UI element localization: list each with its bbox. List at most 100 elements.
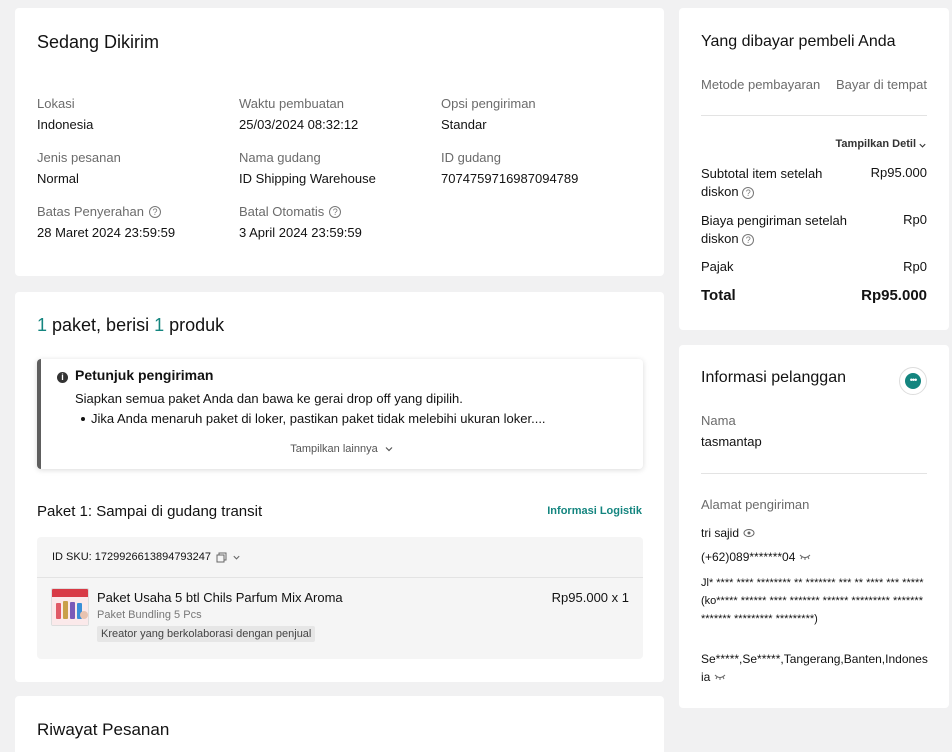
- show-more-label: Tampilkan lainnya: [290, 443, 378, 455]
- subtotal-label-line2: diskon: [701, 184, 739, 199]
- help-icon[interactable]: ?: [148, 206, 161, 218]
- field-location: Lokasi Indonesia: [37, 96, 227, 133]
- customer-info-card: Informasi pelanggan ••• Nama tasmantap A…: [679, 345, 949, 708]
- eye-icon[interactable]: [743, 528, 755, 538]
- tax-row: Pajak Rp0: [701, 259, 927, 274]
- tax-value: Rp0: [903, 259, 927, 274]
- payment-card: Yang dibayar pembeli Anda Metode pembaya…: [679, 8, 949, 330]
- field-label-text: Batas Penyerahan: [37, 204, 144, 219]
- customer-phone: (+62)089*******04: [701, 550, 796, 564]
- field-label: ID gudang: [441, 150, 501, 165]
- show-detail-button[interactable]: Tampilkan Detil: [701, 138, 927, 150]
- field-value: ID Shipping Warehouse: [239, 171, 376, 186]
- shipping-guide-box: i Petunjuk pengiriman Siapkan semua pake…: [37, 359, 643, 469]
- field-label: Nama gudang: [239, 150, 321, 165]
- product-variant: Paket Bundling 5 Pcs: [97, 609, 202, 621]
- product-price: Rp95.000 x 1: [551, 590, 629, 605]
- subtotal-label-line1: Subtotal item setelah: [701, 166, 823, 181]
- package-summary: 1 paket, berisi 1 produk: [37, 315, 224, 336]
- customer-title: Informasi pelanggan: [701, 369, 846, 386]
- recipient-name: tri sajid: [701, 526, 740, 540]
- total-value: Rp95.000: [861, 287, 927, 304]
- total-row: Total Rp95.000: [701, 287, 927, 304]
- field-label: Jenis pesanan: [37, 150, 121, 165]
- chat-button[interactable]: •••: [899, 367, 927, 395]
- field-label: Opsi pengiriman: [441, 96, 536, 111]
- status-title: Sedang Dikirim: [37, 32, 160, 52]
- field-label: Lokasi: [37, 96, 75, 111]
- field-auto-cancel: Batal Otomatis ? 3 April 2024 23:59:59: [239, 204, 429, 241]
- sku-header: ID SKU: 1729926613894793247: [37, 537, 643, 578]
- phone-row: (+62)089*******04: [701, 550, 811, 564]
- package-card: 1 paket, berisi 1 produk i Petunjuk peng…: [15, 292, 664, 682]
- product-image: [52, 589, 88, 625]
- field-created-time: Waktu pembuatan 25/03/2024 08:32:12: [239, 96, 429, 133]
- field-handover-deadline: Batas Penyerahan ? 28 Maret 2024 23:59:5…: [37, 204, 227, 241]
- field-value: Normal: [37, 171, 79, 186]
- field-value: 7074759716987094789: [441, 171, 579, 186]
- sku-box: ID SKU: 1729926613894793247 Paket Usaha …: [37, 537, 643, 659]
- eye-closed-icon[interactable]: [799, 553, 811, 561]
- package-text-end: produk: [164, 315, 225, 335]
- chevron-down-icon[interactable]: [232, 553, 241, 562]
- shipping-label-line2: diskon: [701, 231, 739, 246]
- shipping-fee-label: Biaya pengiriman setelah diskon ?: [701, 212, 847, 248]
- recipient-row: tri sajid: [701, 526, 755, 540]
- shipping-label-line1: Biaya pengiriman setelah: [701, 213, 847, 228]
- chevron-down-icon: [385, 447, 393, 452]
- show-more-button[interactable]: Tampilkan lainnya: [41, 443, 643, 455]
- product-count: 1: [154, 315, 165, 335]
- field-value: 28 Maret 2024 23:59:59: [37, 225, 176, 240]
- help-icon[interactable]: ?: [742, 187, 755, 199]
- subtotal-label: Subtotal item setelah diskon ?: [701, 165, 822, 201]
- guide-title: Petunjuk pengiriman: [75, 367, 214, 383]
- payment-method-value: Bayar di tempat: [835, 77, 927, 92]
- field-shipping-option: Opsi pengiriman Standar: [441, 96, 631, 133]
- field-value: 3 April 2024 23:59:59: [239, 225, 362, 240]
- chat-icon: •••: [905, 373, 921, 389]
- payment-title: Yang dibayar pembeli Anda: [701, 33, 896, 50]
- chevron-down-icon: [919, 143, 926, 148]
- guide-text: Siapkan semua paket Anda dan bawa ke ger…: [75, 391, 463, 406]
- payment-method-label: Metode pembayaran: [701, 77, 821, 92]
- creator-tag: Kreator yang berkolaborasi dengan penjua…: [97, 626, 316, 642]
- show-detail-label: Tampilkan Detil: [835, 138, 916, 150]
- field-value: Indonesia: [37, 117, 94, 132]
- package-count: 1: [37, 315, 48, 335]
- order-history-card: Riwayat Pesanan: [15, 696, 664, 752]
- bullet-dot: [81, 416, 85, 421]
- field-label-text: Batal Otomatis: [239, 204, 325, 219]
- field-label: Batas Penyerahan ?: [37, 204, 227, 220]
- field-order-type: Jenis pesanan Normal: [37, 150, 227, 187]
- customer-address: Jl* **** **** ******** ** ******* *** **…: [701, 577, 924, 625]
- logistics-info-link[interactable]: Informasi Logistik: [547, 505, 642, 517]
- sku-id: ID SKU: 1729926613894793247: [52, 551, 212, 563]
- field-warehouse-id: ID gudang 7074759716987094789: [441, 150, 631, 187]
- customer-region: Se*****,Se*****,Tangerang,Banten,Indones…: [701, 652, 928, 684]
- history-title: Riwayat Pesanan: [37, 720, 170, 739]
- eye-closed-icon[interactable]: [714, 673, 726, 681]
- subtotal-value: Rp95.000: [870, 165, 927, 180]
- guide-bullet-text: Jika Anda menaruh paket di loker, pastik…: [91, 411, 546, 426]
- subtotal-row: Subtotal item setelah diskon ? Rp95.000: [701, 165, 927, 201]
- payment-method-row: Metode pembayaran Bayar di tempat: [701, 77, 927, 92]
- shipping-fee-row: Biaya pengiriman setelah diskon ? Rp0: [701, 212, 927, 248]
- divider: [701, 473, 927, 474]
- field-value: Standar: [441, 117, 487, 132]
- field-label: Batal Otomatis ?: [239, 204, 429, 220]
- info-icon: i: [57, 372, 68, 383]
- field-value: 25/03/2024 08:32:12: [239, 117, 359, 132]
- divider: [701, 115, 927, 116]
- field-warehouse-name: Nama gudang ID Shipping Warehouse: [239, 150, 429, 187]
- help-icon[interactable]: ?: [329, 206, 342, 218]
- guide-bullet: Jika Anda menaruh paket di loker, pastik…: [75, 411, 546, 426]
- total-label: Total: [701, 287, 736, 304]
- customer-name: tasmantap: [701, 434, 762, 449]
- copy-icon[interactable]: [216, 552, 227, 563]
- package-status: Paket 1: Sampai di gudang transit: [37, 503, 263, 520]
- package-text: paket, berisi: [47, 315, 155, 335]
- product-thumbnail[interactable]: [51, 588, 89, 626]
- help-icon[interactable]: ?: [742, 234, 755, 246]
- product-name[interactable]: Paket Usaha 5 btl Chils Parfum Mix Aroma: [97, 590, 343, 605]
- tax-label: Pajak: [701, 259, 734, 274]
